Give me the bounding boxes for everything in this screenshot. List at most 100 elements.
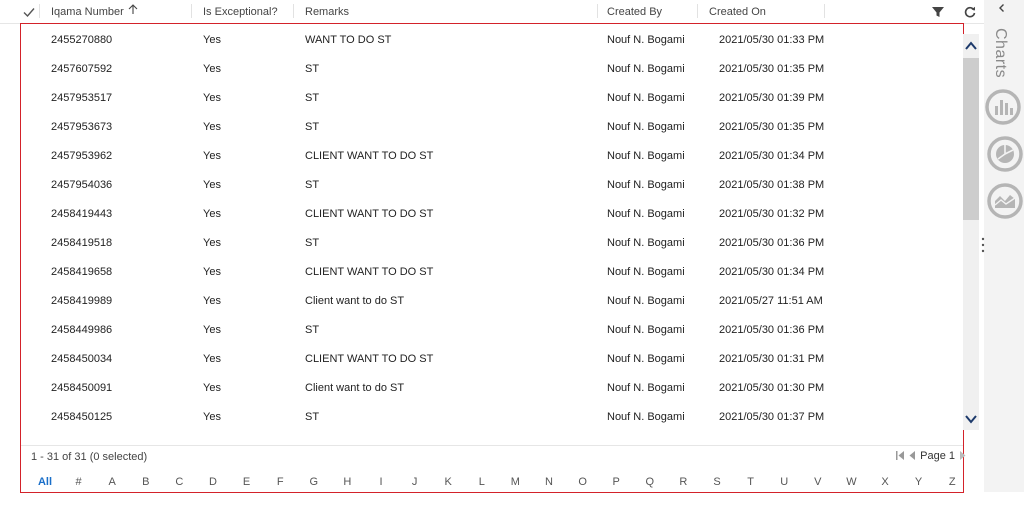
cell-iqama-number: 2458450125: [51, 411, 113, 423]
alpha-filter-letter[interactable]: L: [472, 476, 492, 488]
alpha-filter-letter[interactable]: H: [337, 476, 357, 488]
table-row[interactable]: 2457953962 Yes CLIENT WANT TO DO ST Nouf N.…: [21, 140, 963, 169]
cell-remarks: ST: [305, 63, 320, 75]
column-header-created-on[interactable]: Created On: [709, 0, 766, 24]
alpha-filter-letter[interactable]: X: [875, 476, 895, 488]
table-row[interactable]: 2458449986 Yes ST Nouf N. Bogami 2021/05/30 …: [21, 314, 963, 343]
first-page-icon[interactable]: [895, 450, 905, 461]
alpha-filter-letter[interactable]: U: [774, 476, 794, 488]
alpha-filter-letter[interactable]: I: [371, 476, 391, 488]
cell-created-by: Nouf N. Bogami: [607, 324, 685, 336]
alpha-filter-letter[interactable]: V: [808, 476, 828, 488]
table-row[interactable]: 2455270880 Yes WANT TO DO ST Nouf N. Bogami…: [21, 24, 963, 53]
refresh-icon[interactable]: [963, 5, 977, 19]
cell-created-on: 2021/05/30 01:34 PM: [719, 266, 825, 278]
table-row[interactable]: 2458419658 Yes CLIENT WANT TO DO ST Nouf N.…: [21, 256, 963, 285]
cell-is-exceptional: Yes: [203, 411, 221, 423]
cell-is-exceptional: Yes: [203, 121, 221, 133]
cell-created-on: 2021/05/30 01:36 PM: [719, 237, 825, 249]
cell-created-on: 2021/05/30 01:34 PM: [719, 150, 825, 162]
cell-remarks: CLIENT WANT TO DO ST: [305, 266, 434, 278]
grid-header: Iqama Number Is Exceptional? Remarks Cre…: [0, 0, 984, 24]
alpha-filter-letter[interactable]: O: [573, 476, 593, 488]
alpha-filter-letter[interactable]: J: [405, 476, 425, 488]
cell-remarks: ST: [305, 92, 320, 104]
previous-page-icon[interactable]: [908, 450, 917, 461]
resize-handle-icon[interactable]: [981, 236, 985, 254]
table-row[interactable]: 2458450091 Yes Client want to do ST Nouf N.…: [21, 372, 963, 401]
alpha-filter-letter[interactable]: Q: [640, 476, 660, 488]
cell-remarks: CLIENT WANT TO DO ST: [305, 353, 434, 365]
column-separator: [597, 4, 598, 18]
alpha-filter-letter[interactable]: A: [102, 476, 122, 488]
column-header-created-by[interactable]: Created By: [607, 0, 662, 24]
cell-created-on: 2021/05/30 01:39 PM: [719, 92, 825, 104]
cell-created-on: 2021/05/30 01:33 PM: [719, 34, 825, 46]
chevron-left-icon[interactable]: [997, 3, 1007, 13]
cell-created-by: Nouf N. Bogami: [607, 208, 685, 220]
column-separator: [39, 4, 40, 18]
scrollbar-thumb[interactable]: [963, 58, 979, 220]
column-header-iqama-number[interactable]: Iqama Number: [51, 0, 138, 24]
column-header-label: Iqama Number: [51, 6, 124, 18]
pie-chart-icon[interactable]: [983, 134, 1023, 174]
table-row[interactable]: 2457607592 Yes ST Nouf N. Bogami 2021/05/30 …: [21, 53, 963, 82]
alpha-filter-letter[interactable]: G: [304, 476, 324, 488]
column-header-remarks[interactable]: Remarks: [305, 0, 349, 24]
table-row[interactable]: 2458419518 Yes ST Nouf N. Bogami 2021/05/30 …: [21, 227, 963, 256]
next-page-icon[interactable]: [958, 450, 967, 461]
alpha-filter-letter[interactable]: R: [673, 476, 693, 488]
grid-body: 2455270880 Yes WANT TO DO ST Nouf N. Bogami…: [21, 24, 963, 444]
alpha-filter-letter[interactable]: W: [841, 476, 861, 488]
alpha-filter-letter[interactable]: Z: [942, 476, 962, 488]
footer-divider: [21, 445, 963, 446]
cell-created-on: 2021/05/30 01:35 PM: [719, 63, 825, 75]
page-label: Page 1: [920, 450, 955, 462]
table-row[interactable]: 2458450034 Yes CLIENT WANT TO DO ST Nouf N.…: [21, 343, 963, 372]
alpha-filter-letter[interactable]: P: [606, 476, 626, 488]
cell-iqama-number: 2457954036: [51, 179, 113, 191]
table-row[interactable]: 2458419443 Yes CLIENT WANT TO DO ST Nouf N.…: [21, 198, 963, 227]
cell-remarks: ST: [305, 121, 320, 133]
scroll-up-icon[interactable]: [963, 38, 979, 54]
alpha-filter-letter[interactable]: N: [539, 476, 559, 488]
filter-icon[interactable]: [931, 5, 945, 19]
bar-chart-icon[interactable]: [983, 87, 1023, 127]
alpha-filter-letter[interactable]: S: [707, 476, 727, 488]
alpha-filter-letter[interactable]: D: [203, 476, 223, 488]
cell-is-exceptional: Yes: [203, 324, 221, 336]
scroll-down-icon[interactable]: [963, 411, 979, 427]
select-all-checkmark-icon[interactable]: [22, 5, 36, 19]
alpha-filter-letter[interactable]: Y: [909, 476, 929, 488]
table-row[interactable]: 2457954036 Yes ST Nouf N. Bogami 2021/05/30 …: [21, 169, 963, 198]
cell-created-by: Nouf N. Bogami: [607, 295, 685, 307]
alpha-filter-letter[interactable]: B: [136, 476, 156, 488]
cell-is-exceptional: Yes: [203, 63, 221, 75]
cell-is-exceptional: Yes: [203, 295, 221, 307]
table-row[interactable]: 2457953673 Yes ST Nouf N. Bogami 2021/05/30 …: [21, 111, 963, 140]
alpha-filter-letter[interactable]: K: [438, 476, 458, 488]
alpha-filter-letter[interactable]: C: [169, 476, 189, 488]
charts-panel-title: Charts: [992, 28, 1009, 88]
table-row[interactable]: 2458419989 Yes Client want to do ST Nouf N.…: [21, 285, 963, 314]
cell-created-on: 2021/05/30 01:36 PM: [719, 324, 825, 336]
cell-created-on: 2021/05/30 01:30 PM: [719, 382, 825, 394]
alpha-filter-letter[interactable]: #: [69, 476, 89, 488]
alpha-filter-letter[interactable]: E: [237, 476, 257, 488]
area-chart-icon[interactable]: [983, 181, 1023, 221]
cell-iqama-number: 2458419989: [51, 295, 113, 307]
cell-created-by: Nouf N. Bogami: [607, 237, 685, 249]
column-header-is-exceptional[interactable]: Is Exceptional?: [203, 0, 278, 24]
table-row[interactable]: 2458450125 Yes ST Nouf N. Bogami 2021/05/30 …: [21, 401, 963, 430]
table-row[interactable]: 2457953517 Yes ST Nouf N. Bogami 2021/05/30 …: [21, 82, 963, 111]
alpha-filter-letter[interactable]: F: [270, 476, 290, 488]
cell-created-on: 2021/05/30 01:32 PM: [719, 208, 825, 220]
cell-is-exceptional: Yes: [203, 150, 221, 162]
cell-created-on: 2021/05/30 01:37 PM: [719, 411, 825, 423]
alpha-filter-letter[interactable]: T: [741, 476, 761, 488]
alpha-filter-letter[interactable]: M: [505, 476, 525, 488]
alpha-filter-all[interactable]: All: [35, 476, 55, 488]
column-separator: [293, 4, 294, 18]
cell-created-by: Nouf N. Bogami: [607, 266, 685, 278]
charts-panel-title-text: Charts: [992, 28, 1009, 79]
